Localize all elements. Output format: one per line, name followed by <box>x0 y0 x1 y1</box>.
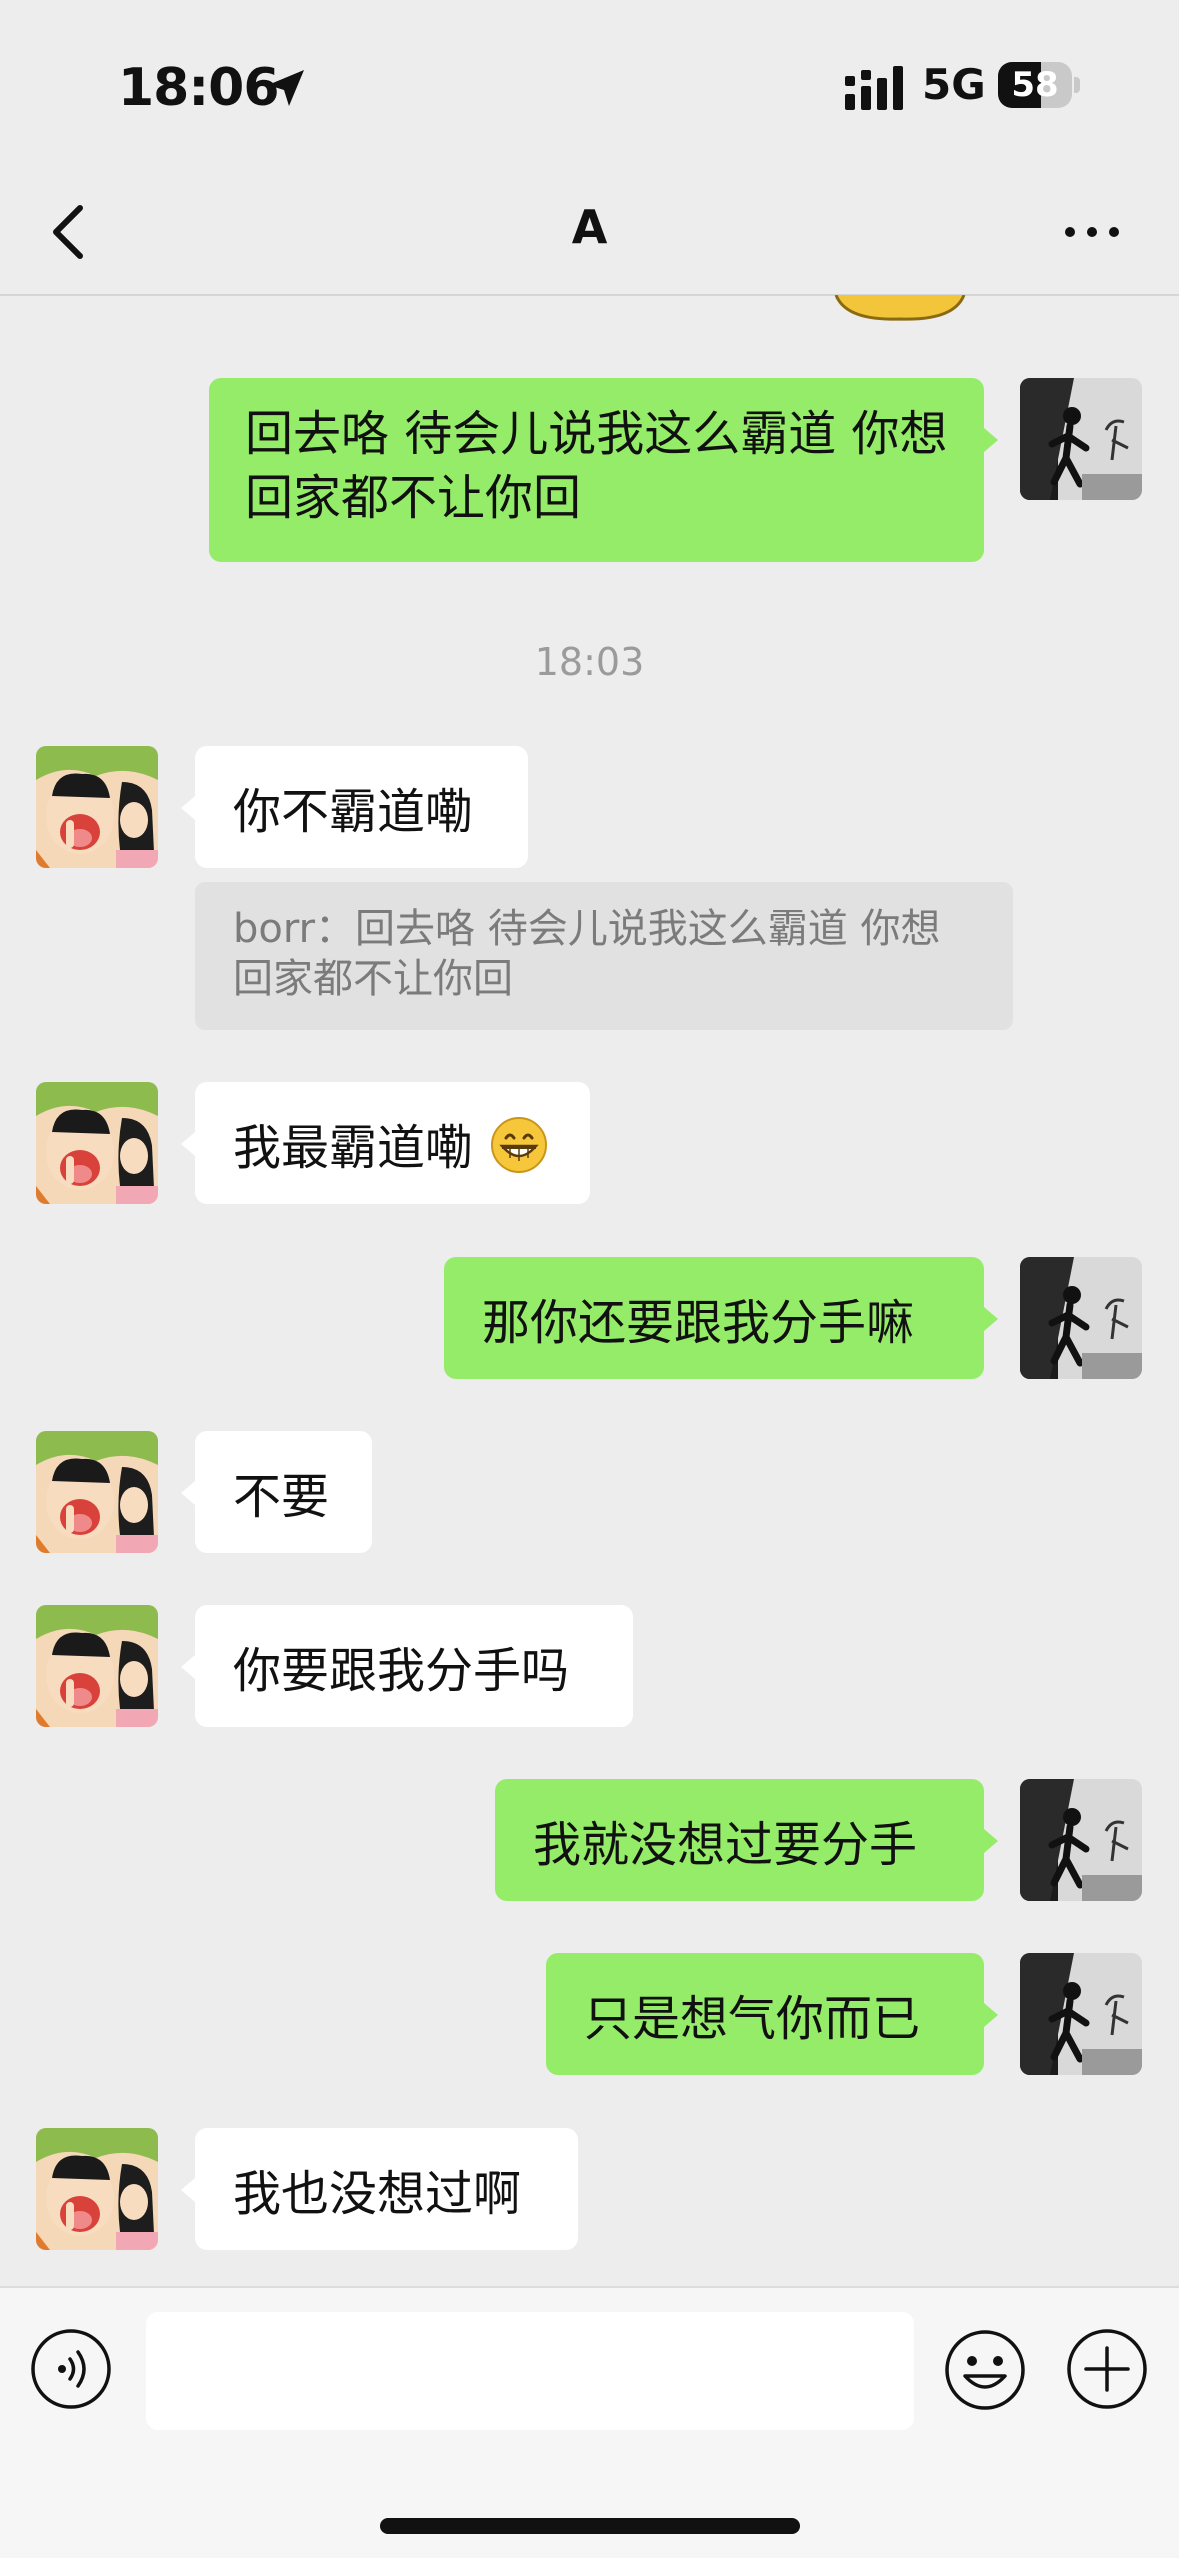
battery-level: 58 <box>1011 65 1059 105</box>
bubble-tail <box>984 1829 998 1853</box>
outgoing-message-bubble[interactable]: 那你还要跟我分手嘛 <box>444 1257 984 1379</box>
incoming-message-bubble[interactable]: 我最霸道嘞 <box>195 1082 590 1204</box>
emoji-smile-icon[interactable] <box>943 2328 1027 2412</box>
bubble-tail <box>181 1655 195 1679</box>
bubble-tail <box>984 428 998 452</box>
outgoing-message-bubble[interactable]: 只是想气你而已 <box>546 1953 984 2075</box>
status-time: 18:06 <box>118 58 280 118</box>
incoming-message-bubble[interactable]: 你不霸道嘞 <box>195 746 528 868</box>
bubble-tail <box>181 796 195 820</box>
message-text: 我也没想过啊 <box>233 2166 522 2222</box>
more-dots-icon[interactable] <box>1062 214 1122 250</box>
contact-avatar[interactable] <box>36 1082 158 1204</box>
chat-title[interactable]: A <box>0 200 1179 254</box>
self-avatar[interactable] <box>1020 378 1142 500</box>
plus-circle-icon[interactable] <box>1066 2328 1148 2410</box>
contact-avatar[interactable] <box>36 746 158 868</box>
bubble-tail <box>181 2178 195 2202</box>
outgoing-message-bubble[interactable]: 回去咯 待会儿说我这么霸道 你想回家都不让你回 <box>209 378 984 562</box>
bubble-tail <box>984 2003 998 2027</box>
grinning-emoji-icon <box>491 1117 548 1173</box>
incoming-message-bubble[interactable]: 我也没想过啊 <box>195 2128 578 2250</box>
sticker-image[interactable] <box>830 295 970 323</box>
contact-avatar[interactable] <box>36 1431 158 1553</box>
quoted-text: borr：回去咯 待会儿说我这么霸道 你想回家都不让你回 <box>233 906 941 1002</box>
cellular-signal-icon <box>845 66 903 110</box>
message-text: 只是想气你而已 <box>584 1991 921 2047</box>
chat-input-bar <box>0 2286 1179 2558</box>
message-text: 我最霸道嘞 <box>233 1120 474 1176</box>
home-indicator[interactable] <box>380 2518 800 2534</box>
bubble-tail <box>181 1481 195 1505</box>
message-text: 那你还要跟我分手嘛 <box>482 1295 915 1351</box>
message-text: 你不霸道嘞 <box>233 784 474 840</box>
battery-icon: 58 <box>998 62 1080 108</box>
chat-header: A <box>0 170 1179 296</box>
quoted-message[interactable]: borr：回去咯 待会儿说我这么霸道 你想回家都不让你回 <box>195 882 1013 1030</box>
self-avatar[interactable] <box>1020 1953 1142 2075</box>
incoming-message-bubble[interactable]: 你要跟我分手吗 <box>195 1605 633 1727</box>
self-avatar[interactable] <box>1020 1779 1142 1901</box>
contact-avatar[interactable] <box>36 1605 158 1727</box>
timestamp: 18:03 <box>534 640 645 684</box>
location-arrow-icon <box>268 70 304 106</box>
bubble-tail <box>984 1307 998 1331</box>
outgoing-message-bubble[interactable]: 我就没想过要分手 <box>495 1779 984 1901</box>
message-text: 不要 <box>233 1469 330 1525</box>
message-text: 我就没想过要分手 <box>533 1817 918 1873</box>
network-type: 5G <box>922 60 986 109</box>
message-text: 回去咯 待会儿说我这么霸道 你想回家都不让你回 <box>245 406 948 526</box>
message-input[interactable] <box>146 2312 914 2430</box>
voice-icon[interactable] <box>30 2328 112 2410</box>
message-text: 你要跟我分手吗 <box>233 1643 570 1699</box>
bubble-tail <box>181 1132 195 1156</box>
contact-avatar[interactable] <box>36 2128 158 2250</box>
incoming-message-bubble[interactable]: 不要 <box>195 1431 372 1553</box>
status-bar: 18:06 5G 58 <box>0 0 1179 170</box>
self-avatar[interactable] <box>1020 1257 1142 1379</box>
